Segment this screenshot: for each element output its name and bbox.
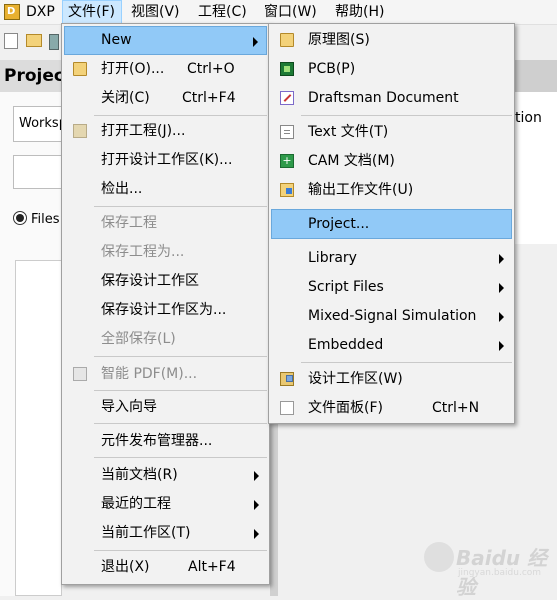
submenu-item-schematic[interactable]: 原理图(S) [271,26,512,55]
open-folder-icon[interactable] [26,34,42,47]
menu-separator [301,115,512,116]
submenu-arrow-icon [499,341,504,351]
menu-item-open-project[interactable]: 打开工程(J)... [64,117,267,146]
files-radio[interactable]: Files [13,210,62,230]
menu-file[interactable]: 文件(F) [62,0,122,24]
menu-item-import-wizard[interactable]: 导入向导 [64,393,267,422]
menu-separator [94,423,267,424]
submenu-item-embedded[interactable]: Embedded [271,331,512,360]
submenu-item-text-file[interactable]: Text 文件(T) [271,118,512,147]
menu-project[interactable]: 工程(C) [193,0,252,24]
menu-separator [94,115,267,116]
menu-item-current-workspace[interactable]: 当前工作区(T) [64,519,267,548]
submenu-item-draftsman[interactable]: Draftsman Document [271,84,512,113]
submenu-arrow-icon [254,529,259,539]
menu-separator [94,206,267,207]
submenu-arrow-icon [499,254,504,264]
document-tab-bar [515,60,557,92]
menu-separator [94,457,267,458]
menu-item-smart-pdf[interactable]: 智能 PDF(M)... [64,360,267,389]
menu-dxp[interactable]: DXP [21,0,60,24]
project-combo[interactable] [13,155,63,189]
new-file-icon[interactable] [4,33,18,49]
submenu-arrow-icon [499,283,504,293]
menu-item-current-document[interactable]: 当前文档(R) [64,461,267,490]
watermark-url: jingyan.baidu.com [458,568,542,578]
submenu-arrow-icon [254,500,259,510]
menu-help[interactable]: 帮助(H) [330,0,389,24]
menu-item-save-workspace-as[interactable]: 保存设计工作区为... [64,296,267,325]
text-file-icon [280,125,294,139]
dxp-logo-icon: D [4,4,20,20]
menu-item-save-all[interactable]: 全部保存(L) [64,325,267,354]
submenu-item-design-workspace[interactable]: 设计工作区(W) [271,365,512,394]
menu-item-checkout[interactable]: 检出... [64,175,267,204]
menu-item-exit[interactable]: 退出(X) Alt+F4 [64,553,267,582]
menu-window[interactable]: 窗口(W) [259,0,322,24]
output-job-icon [280,183,294,197]
draftsman-icon [280,91,294,105]
menu-view[interactable]: 视图(V) [126,0,185,24]
menu-item-save-workspace[interactable]: 保存设计工作区 [64,267,267,296]
panel-divider [270,424,278,596]
project-tree [15,260,62,596]
document-partial-text: tion [515,110,542,126]
submenu-item-project[interactable]: Project... [271,209,512,239]
schematic-icon [280,33,294,47]
menu-bar: D DXP 文件(F) 视图(V) 工程(C) 窗口(W) 帮助(H) [0,0,557,25]
blank-file-icon [280,401,294,415]
files-radio-label: Files [31,212,60,227]
pdf-icon [73,367,87,381]
cam-document-icon [280,154,294,168]
toolbar-tool-icon[interactable] [49,34,59,50]
menu-item-save-project-as[interactable]: 保存工程为... [64,238,267,267]
baidu-paw-icon [424,542,454,572]
pcb-icon [280,62,294,76]
submenu-item-pcb[interactable]: PCB(P) [271,55,512,84]
submenu-item-library[interactable]: Library [271,244,512,273]
menu-item-close[interactable]: 关闭(C) Ctrl+F4 [64,84,267,113]
menu-item-recent-projects[interactable]: 最近的工程 [64,490,267,519]
open-project-icon [73,124,87,138]
menu-item-open-workspace[interactable]: 打开设计工作区(K)... [64,146,267,175]
open-folder-icon [73,62,87,76]
menu-separator [94,356,267,357]
file-menu: New 打开(O)... Ctrl+O 关闭(C) Ctrl+F4 打开工程(J… [61,23,270,585]
projects-panel-title: Projects [0,60,62,92]
menu-separator [94,550,267,551]
workspace-combo[interactable]: Workspace [13,106,63,142]
new-submenu: 原理图(S) PCB(P) Draftsman Document Text 文件… [268,23,515,424]
menu-item-new[interactable]: New [64,26,267,55]
menu-item-save-project[interactable]: 保存工程 [64,209,267,238]
submenu-item-mixed-signal[interactable]: Mixed-Signal Simulation [271,302,512,331]
submenu-arrow-icon [253,37,258,47]
design-workspace-icon [280,372,294,386]
submenu-item-output-job[interactable]: 输出工作文件(U) [271,176,512,205]
menu-item-component-release[interactable]: 元件发布管理器... [64,427,267,456]
menu-item-open[interactable]: 打开(O)... Ctrl+O [64,55,267,84]
submenu-arrow-icon [499,312,504,322]
baidu-watermark: Baidu 经验 jingyan.baidu.com [418,538,548,599]
menu-separator [94,390,267,391]
menu-separator [301,362,512,363]
submenu-arrow-icon [254,471,259,481]
toolbar [0,25,62,59]
submenu-item-script-files[interactable]: Script Files [271,273,512,302]
submenu-item-file-panel[interactable]: 文件面板(F) Ctrl+N [271,394,512,423]
submenu-item-cam-doc[interactable]: CAM 文档(M) [271,147,512,176]
radio-selected-icon [13,211,27,225]
